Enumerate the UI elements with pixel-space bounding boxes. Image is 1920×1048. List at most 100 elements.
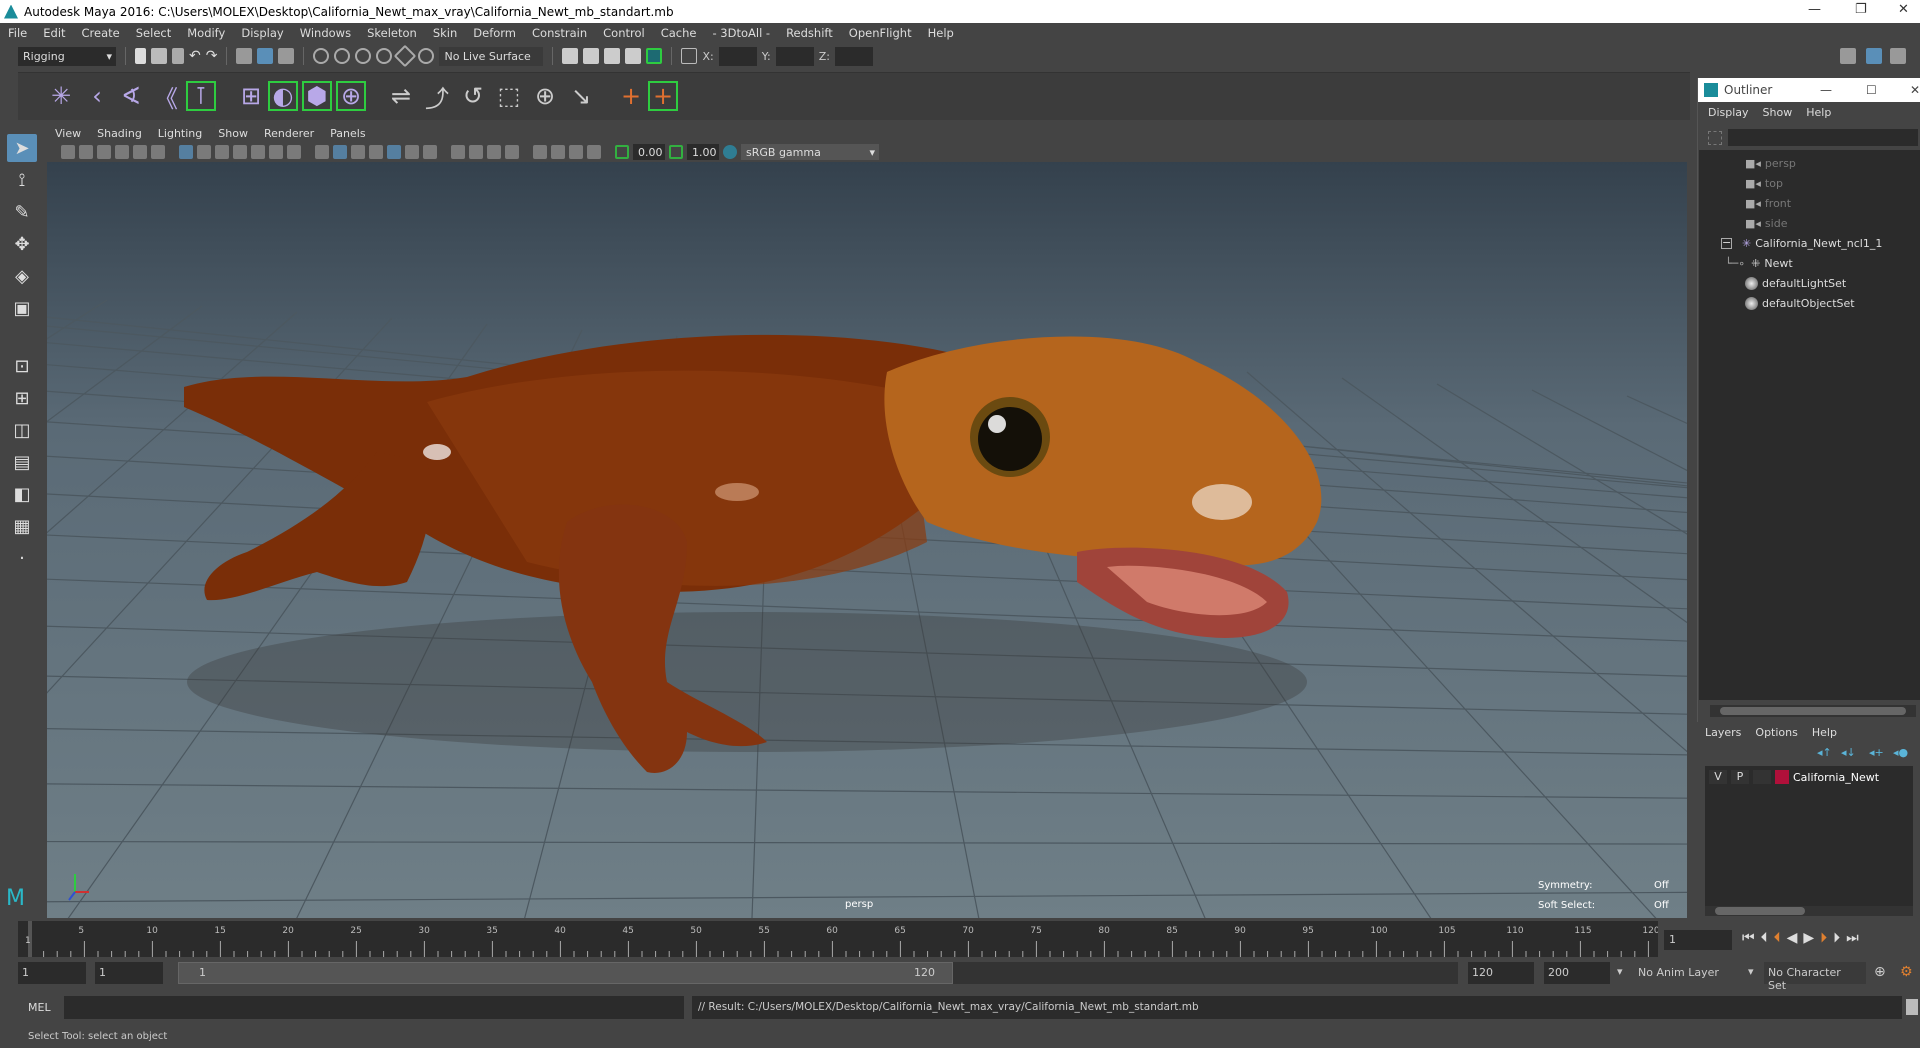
smooth-shade-icon[interactable] (333, 145, 347, 159)
panel-menu-show[interactable]: Show (218, 127, 248, 140)
2d-pan-zoom-icon[interactable] (133, 145, 147, 159)
menu-redshift[interactable]: Redshift (786, 26, 833, 40)
outliner-menu-help[interactable]: Help (1806, 106, 1831, 119)
insert-joint-icon[interactable]: ‹ (82, 81, 112, 111)
outliner-item[interactable]: ■◂ side (1745, 213, 1787, 233)
step-forward-frame-icon[interactable]: ⏵ (1833, 930, 1840, 946)
xray-components-icon[interactable] (569, 145, 583, 159)
auto-key-icon[interactable]: ⊕ (1874, 964, 1886, 980)
two-pane-layout-icon[interactable]: ◫ (7, 416, 37, 444)
use-all-lights-icon[interactable] (387, 145, 401, 159)
render-settings-icon[interactable] (625, 48, 642, 64)
cluster-icon[interactable]: ⊕ (336, 81, 366, 111)
depth-of-field-icon[interactable] (487, 145, 501, 159)
layer-horizontal-scrollbar[interactable] (1705, 906, 1913, 916)
gamma-field[interactable]: 1.00 (687, 144, 719, 160)
menu-control[interactable]: Control (603, 26, 645, 40)
outliner-item[interactable]: − ✳ California_Newt_ncl1_1 (1721, 233, 1882, 253)
play-forwards-icon[interactable]: ▶ (1803, 930, 1814, 946)
film-gate-icon[interactable] (197, 145, 211, 159)
select-component-icon[interactable] (278, 48, 295, 64)
live-surface-field[interactable]: No Live Surface (439, 46, 544, 66)
transform-mode-icon[interactable] (681, 48, 698, 64)
aim-constraint-icon[interactable]: ⊕ (530, 81, 560, 111)
animation-end-field[interactable]: 200 (1544, 962, 1610, 984)
layer-display-type-toggle[interactable] (1753, 770, 1771, 784)
go-to-end-icon[interactable]: ⏭ (1846, 930, 1859, 946)
outliner-minimize-button[interactable]: — (1820, 83, 1832, 97)
shadows-icon[interactable] (405, 145, 419, 159)
maximize-button[interactable]: ❐ (1855, 2, 1867, 17)
motion-blur-icon[interactable] (451, 145, 465, 159)
character-set-dropdown[interactable]: No Character Set (1764, 962, 1866, 992)
panel-menu-shading[interactable]: Shading (97, 127, 142, 140)
snap-view-plane-icon[interactable] (376, 48, 393, 64)
humanik-icon[interactable]: ⊺ (186, 81, 216, 111)
menu-help[interactable]: Help (928, 26, 954, 40)
current-frame-field[interactable]: 1 (1664, 930, 1732, 950)
render-frame-icon[interactable] (562, 48, 579, 64)
isolate-select-icon[interactable] (505, 145, 519, 159)
time-slider[interactable]: 5 10 15 20 25 30 35 40 45 50 55 60 65 70 75 80 85 90 95 100… (18, 921, 1660, 957)
lattice-icon[interactable]: ⬢ (302, 81, 332, 111)
minimize-button[interactable]: — (1808, 2, 1821, 17)
open-scene-icon[interactable] (151, 48, 167, 64)
snap-center-icon[interactable] (418, 48, 435, 64)
menu-create[interactable]: Create (82, 26, 120, 40)
outliner-menu-display[interactable]: Display (1708, 106, 1749, 119)
smooth-skin-icon[interactable]: ◐ (268, 81, 298, 111)
playback-start-field[interactable]: 1 (95, 962, 163, 984)
layer-color-swatch[interactable] (1775, 770, 1789, 784)
orange-tool-icon[interactable]: + (648, 81, 678, 111)
layer-name[interactable]: California_Newt (1793, 771, 1879, 784)
layer-row[interactable]: V P California_Newt (1705, 766, 1913, 788)
anim-layer-dropdown[interactable]: No Anim Layer (1634, 962, 1734, 984)
panel-menu-panels[interactable]: Panels (330, 127, 365, 140)
safe-title-icon[interactable] (287, 145, 301, 159)
menu-cache[interactable]: Cache (661, 26, 697, 40)
anti-aliasing-icon[interactable] (469, 145, 483, 159)
filter-icon[interactable] (1708, 131, 1722, 145)
outliner-item[interactable]: ■◂ top (1745, 173, 1783, 193)
gate-mask-icon[interactable] (233, 145, 247, 159)
y-field[interactable] (775, 46, 814, 66)
play-backwards-icon[interactable]: ◀ (1787, 930, 1798, 946)
outliner-item[interactable]: defaultObjectSet (1745, 293, 1855, 313)
color-management-icon[interactable] (723, 145, 737, 159)
ipr-render-icon[interactable] (604, 48, 621, 64)
textured-icon[interactable] (369, 145, 383, 159)
wireframe-icon[interactable] (315, 145, 329, 159)
select-tool-icon[interactable]: ➤ (7, 134, 37, 162)
layer-menu-layers[interactable]: Layers (1705, 726, 1741, 739)
ik-handle-icon[interactable]: ∢ (116, 81, 146, 111)
field-chart-icon[interactable] (251, 145, 265, 159)
menu-windows[interactable]: Windows (300, 26, 351, 40)
render-sequence-icon[interactable] (583, 48, 600, 64)
menu-deform[interactable]: Deform (473, 26, 516, 40)
snap-grid-icon[interactable] (313, 48, 330, 64)
menu-skeleton[interactable]: Skeleton (367, 26, 417, 40)
create-joints-icon[interactable]: ✳ (46, 81, 76, 111)
graph-layout-icon[interactable]: ◧ (7, 480, 37, 508)
grease-pencil-icon[interactable] (151, 145, 165, 159)
menu-openflight[interactable]: OpenFlight (849, 26, 912, 40)
save-scene-icon[interactable] (172, 48, 184, 64)
redo-icon[interactable]: ↷ (206, 48, 218, 64)
step-forward-key-icon[interactable]: ⏵ (1820, 930, 1827, 946)
outliner-search-input[interactable] (1728, 129, 1918, 146)
outliner-close-button[interactable]: ✕ (1910, 83, 1920, 97)
new-layer-selected-icon[interactable]: ◂● (1893, 746, 1908, 759)
go-to-start-icon[interactable]: ⏮ (1742, 930, 1755, 946)
bookmark-icon[interactable] (97, 145, 111, 159)
undo-icon[interactable]: ↶ (189, 48, 201, 64)
layer-menu-help[interactable]: Help (1812, 726, 1837, 739)
camera-attributes-icon[interactable] (79, 145, 93, 159)
four-view-layout-icon[interactable]: ⊞ (7, 384, 37, 412)
menu-edit[interactable]: Edit (43, 26, 65, 40)
new-scene-icon[interactable] (135, 48, 146, 64)
rotate-tool-icon[interactable]: ◈ (7, 262, 37, 290)
menu-modify[interactable]: Modify (187, 26, 225, 40)
close-button[interactable]: ✕ (1898, 2, 1909, 17)
panel-menu-renderer[interactable]: Renderer (264, 127, 314, 140)
hypershade-layout-icon[interactable]: ▦ (7, 512, 37, 540)
